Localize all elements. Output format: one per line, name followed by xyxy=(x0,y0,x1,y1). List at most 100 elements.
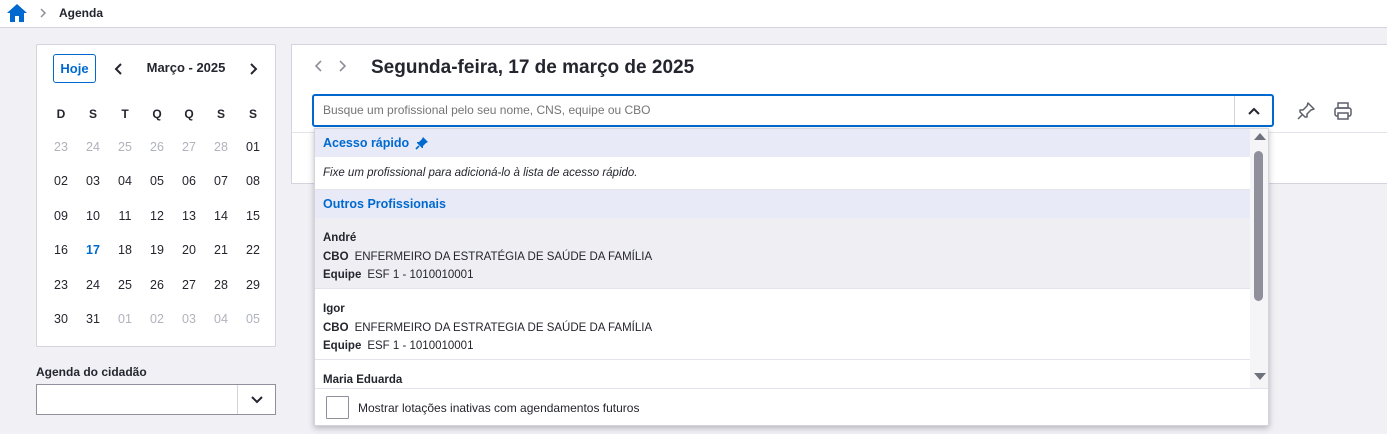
dropdown-scrollbar[interactable] xyxy=(1250,129,1268,388)
scroll-down-icon[interactable] xyxy=(1254,373,1266,380)
professional-team: ESF 1 - 1010010001 xyxy=(367,340,474,352)
professional-team: ESF 1 - 1010010001 xyxy=(367,269,474,281)
weekday-header: S xyxy=(248,107,257,121)
calendar-day[interactable]: 23 xyxy=(45,138,77,172)
citizen-agenda-toggle[interactable] xyxy=(237,385,275,414)
calendar-day[interactable]: 20 xyxy=(173,241,205,275)
calendar-weekday-header: DSTQQSS xyxy=(45,105,269,123)
weekday-header: S xyxy=(216,107,225,121)
search-collapse-toggle[interactable] xyxy=(1234,96,1272,125)
scroll-up-icon[interactable] xyxy=(1254,133,1266,140)
weekday-header: Q xyxy=(184,107,194,121)
scrollbar-thumb[interactable] xyxy=(1254,151,1263,301)
professional-cbo: ENFERMEIRO DA ESTRATEGIA DE SAÚDE DA FAM… xyxy=(354,321,653,334)
calendar-day[interactable]: 08 xyxy=(237,172,269,206)
professional-option[interactable]: André CBO ENFERMEIRO DA ESTRATÉGIA DE SAÚ… xyxy=(315,218,1250,289)
calendar-day[interactable]: 04 xyxy=(109,172,141,206)
quick-access-title: Acesso rápido xyxy=(323,136,410,150)
calendar-day[interactable]: 07 xyxy=(205,172,237,206)
calendar-day[interactable]: 17 xyxy=(77,241,109,275)
chevron-right-icon xyxy=(40,8,47,18)
calendar-days-grid: 23 24 25 26 27 28 01 02 03 04 05 06 07 08 09 10 11 12 13 14… xyxy=(45,138,269,344)
weekday-header: D xyxy=(56,107,66,121)
professional-option[interactable]: Igor CBO ENFERMEIRO DA ESTRATEGIA DE SAÚD… xyxy=(315,289,1250,360)
calendar-day[interactable]: 06 xyxy=(173,172,205,206)
calendar-month-label: Março - 2025 xyxy=(146,60,226,75)
cbo-label: CBO xyxy=(323,250,349,263)
chevron-right-icon[interactable] xyxy=(246,61,260,77)
calendar-day[interactable]: 27 xyxy=(173,138,205,172)
calendar-day[interactable]: 26 xyxy=(141,276,173,310)
quick-access-header: Acesso rápido xyxy=(315,129,1250,157)
calendar-day[interactable]: 18 xyxy=(109,241,141,275)
inactive-allocations-checkbox[interactable] xyxy=(326,396,349,419)
professional-name: André xyxy=(323,232,357,244)
calendar-day[interactable]: 13 xyxy=(173,207,205,241)
pin-icon xyxy=(415,137,429,150)
top-bar: Agenda xyxy=(0,0,1387,28)
inactive-allocations-label: Mostrar lotações inativas com agendament… xyxy=(358,400,640,415)
calendar-day[interactable]: 25 xyxy=(109,138,141,172)
calendar-day[interactable]: 24 xyxy=(77,276,109,310)
calendar-day[interactable]: 05 xyxy=(237,310,269,344)
calendar-day[interactable]: 24 xyxy=(77,138,109,172)
calendar-day[interactable]: 12 xyxy=(141,207,173,241)
chevron-up-icon xyxy=(1247,107,1260,115)
calendar-day[interactable]: 02 xyxy=(141,310,173,344)
mini-calendar: Hoje Março - 2025 DSTQQSS 23 24 25 26 27 28 01… xyxy=(36,44,276,347)
weekday-header: S xyxy=(88,107,97,121)
calendar-day[interactable]: 09 xyxy=(45,207,77,241)
calendar-day[interactable]: 03 xyxy=(173,310,205,344)
professional-search[interactable] xyxy=(312,94,1274,127)
calendar-day[interactable]: 14 xyxy=(205,207,237,241)
calendar-day[interactable]: 03 xyxy=(77,172,109,206)
calendar-day[interactable]: 05 xyxy=(141,172,173,206)
print-icon[interactable] xyxy=(1332,100,1354,122)
calendar-day[interactable]: 19 xyxy=(141,241,173,275)
chevron-left-icon[interactable] xyxy=(313,58,325,74)
page-title: Segunda-feira, 17 de março de 2025 xyxy=(371,57,695,78)
calendar-day[interactable]: 01 xyxy=(109,310,141,344)
breadcrumb-current: Agenda xyxy=(59,6,104,20)
calendar-day[interactable]: 27 xyxy=(173,276,205,310)
home-icon[interactable] xyxy=(6,3,28,23)
calendar-day[interactable]: 30 xyxy=(45,310,77,344)
pin-icon[interactable] xyxy=(1295,100,1317,122)
dropdown-footer: Mostrar lotações inativas com agendament… xyxy=(315,388,1268,425)
citizen-agenda-label: Agenda do cidadão xyxy=(36,365,147,379)
team-label: Equipe xyxy=(323,269,362,281)
calendar-day[interactable]: 21 xyxy=(205,241,237,275)
professional-option[interactable]: Maria Eduarda xyxy=(315,360,1250,388)
citizen-agenda-select[interactable] xyxy=(36,384,276,415)
professional-cbo: ENFERMEIRO DA ESTRATÉGIA DE SAÚDE DA FAM… xyxy=(354,250,653,263)
calendar-day[interactable]: 31 xyxy=(77,310,109,344)
today-button[interactable]: Hoje xyxy=(53,54,96,83)
chevron-right-icon[interactable] xyxy=(336,58,348,74)
dropdown-list: Acesso rápido Fixe um profissional para … xyxy=(315,129,1250,388)
calendar-day[interactable]: 23 xyxy=(45,276,77,310)
others-header: Outros Profissionais xyxy=(315,190,1250,218)
calendar-day[interactable]: 04 xyxy=(205,310,237,344)
professional-name: Igor xyxy=(323,303,345,315)
weekday-header: Q xyxy=(152,107,162,121)
calendar-day[interactable]: 26 xyxy=(141,138,173,172)
calendar-day[interactable]: 28 xyxy=(205,276,237,310)
quick-access-hint: Fixe um profissional para adicioná-lo à … xyxy=(315,157,1250,190)
calendar-day[interactable]: 15 xyxy=(237,207,269,241)
chevron-down-icon xyxy=(250,395,263,403)
calendar-day[interactable]: 29 xyxy=(237,276,269,310)
calendar-day[interactable]: 01 xyxy=(237,138,269,172)
team-label: Equipe xyxy=(323,340,362,352)
search-input[interactable] xyxy=(323,103,1223,117)
calendar-day[interactable]: 25 xyxy=(109,276,141,310)
calendar-day[interactable]: 11 xyxy=(109,207,141,241)
calendar-day[interactable]: 02 xyxy=(45,172,77,206)
calendar-day[interactable]: 22 xyxy=(237,241,269,275)
chevron-left-icon[interactable] xyxy=(112,61,126,77)
calendar-day[interactable]: 28 xyxy=(205,138,237,172)
calendar-day[interactable]: 16 xyxy=(45,241,77,275)
calendar-day[interactable]: 10 xyxy=(77,207,109,241)
others-title: Outros Profissionais xyxy=(323,197,446,211)
cbo-label: CBO xyxy=(323,321,349,334)
professional-name: Maria Eduarda xyxy=(323,374,403,386)
